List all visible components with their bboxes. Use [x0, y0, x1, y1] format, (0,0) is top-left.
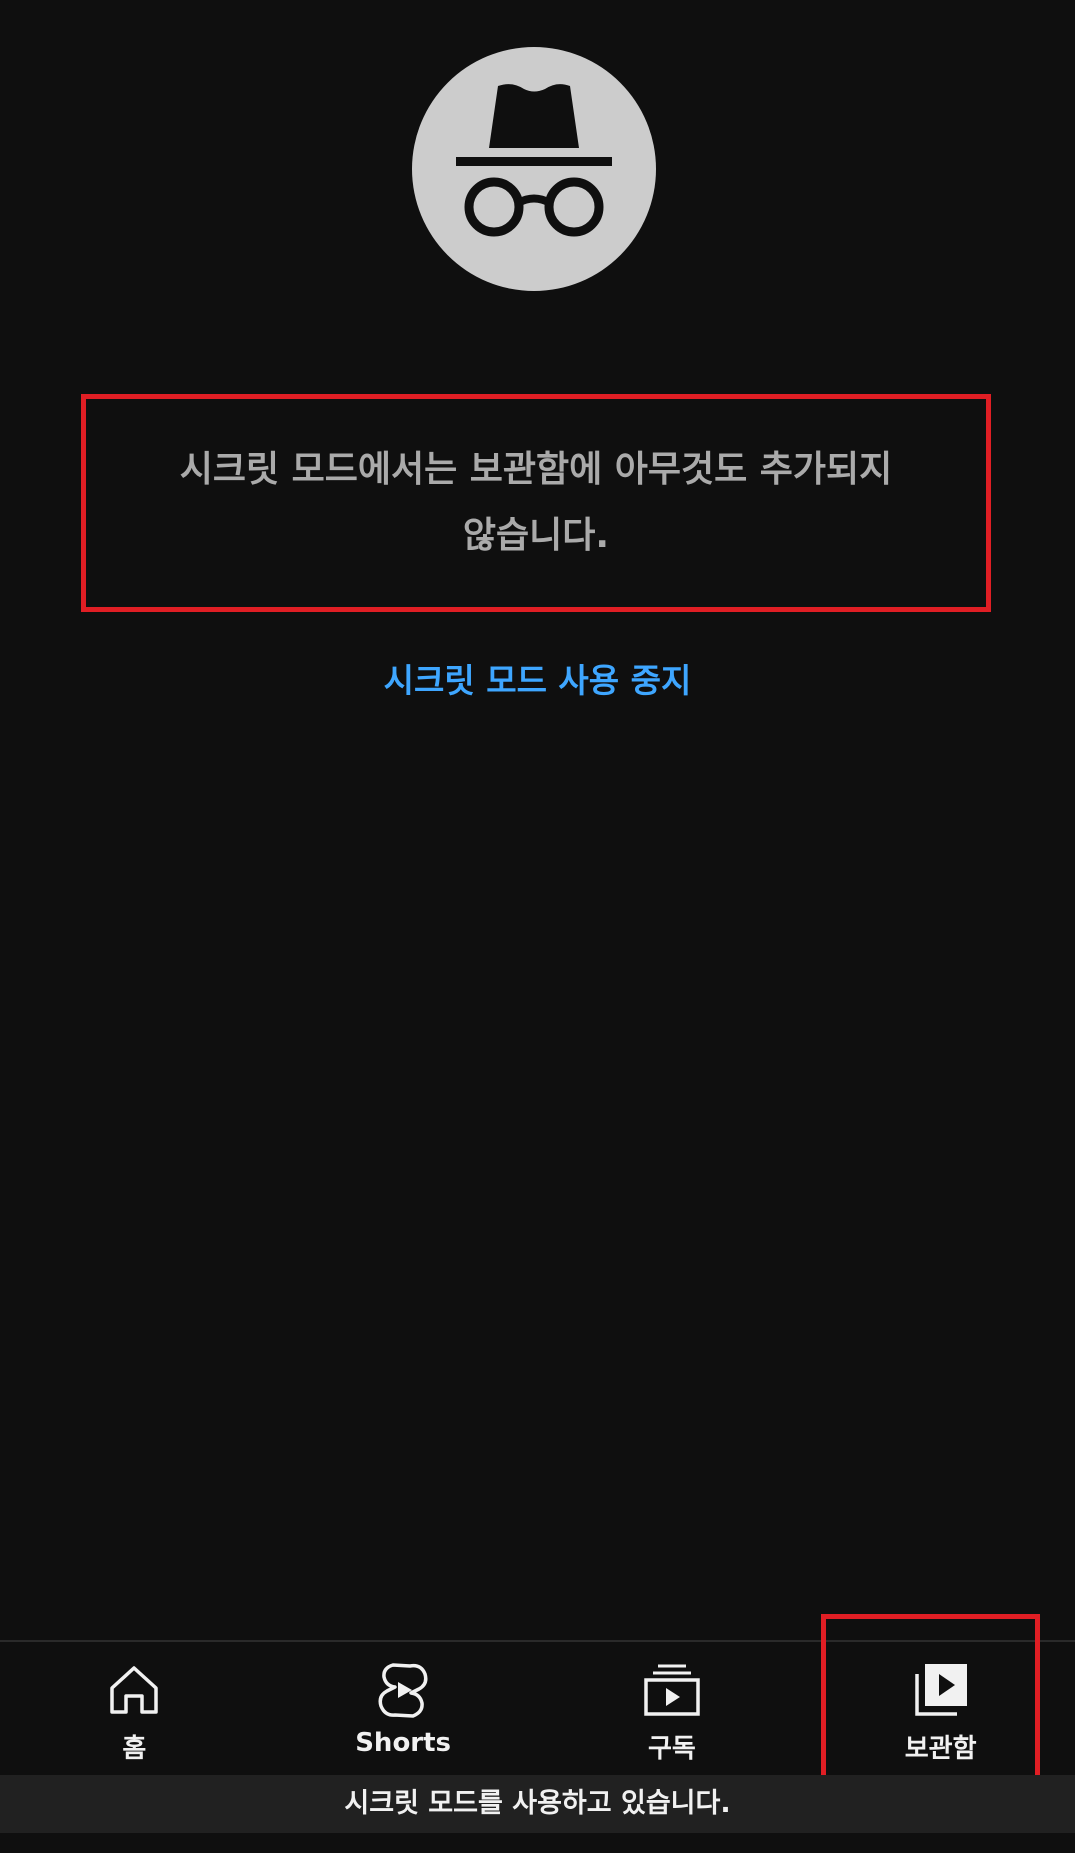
home-icon	[110, 1666, 159, 1714]
stop-incognito-link[interactable]: 시크릿 모드 사용 중지	[0, 654, 1075, 702]
nav-label-library: 보관함	[904, 1734, 977, 1764]
nav-item-library[interactable]: 보관함	[806, 1642, 1075, 1774]
nav-label-shorts: Shorts	[355, 1728, 452, 1758]
bottom-navigation: 홈 Shorts 구독 보관함	[0, 1642, 1075, 1774]
nav-item-subscriptions[interactable]: 구독	[538, 1642, 807, 1774]
incognito-icon	[412, 47, 656, 291]
shorts-icon	[378, 1663, 428, 1718]
library-screen: 시크릿 모드에서는 보관함에 아무것도 추가되지 않습니다. 시크릿 모드 사용…	[0, 0, 1075, 1853]
incognito-status-banner: 시크릿 모드를 사용하고 있습니다.	[0, 1775, 1075, 1833]
nav-label-subscriptions: 구독	[647, 1734, 696, 1764]
subscriptions-icon	[644, 1664, 700, 1716]
nav-item-home[interactable]: 홈	[0, 1642, 269, 1774]
incognito-message-box: 시크릿 모드에서는 보관함에 아무것도 추가되지 않습니다.	[81, 394, 991, 612]
library-icon	[914, 1664, 967, 1716]
nav-label-home: 홈	[122, 1734, 147, 1764]
nav-item-shorts[interactable]: Shorts	[269, 1642, 538, 1774]
incognito-message: 시크릿 모드에서는 보관함에 아무것도 추가되지 않습니다.	[179, 449, 893, 556]
